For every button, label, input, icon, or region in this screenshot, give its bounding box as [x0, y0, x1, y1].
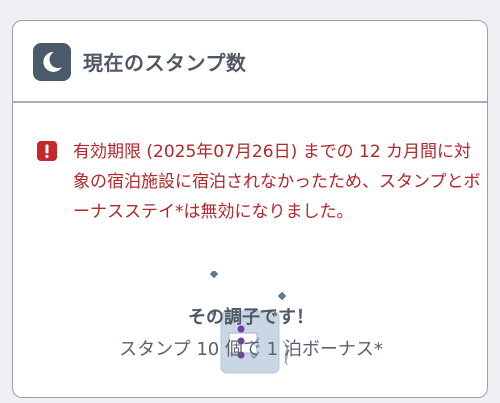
exclamation-icon — [37, 141, 57, 161]
bonus-info: スタンプ 10 個で 1 泊ボーナス* — [119, 339, 383, 360]
card-header: 現在のスタンプ数 — [13, 21, 487, 103]
status-message: その調子です！ — [188, 307, 314, 328]
expiry-notice-text: 有効期限 (2025年07月26日) までの 12 カ月間に対象の宿泊施設に宿泊… — [73, 142, 481, 222]
stamp-card: 現在のスタンプ数 有効期限 (2025年07月26日) までの 12 カ月間に対… — [12, 20, 488, 398]
moon-icon — [33, 43, 71, 81]
card-title: 現在のスタンプ数 — [83, 51, 247, 75]
